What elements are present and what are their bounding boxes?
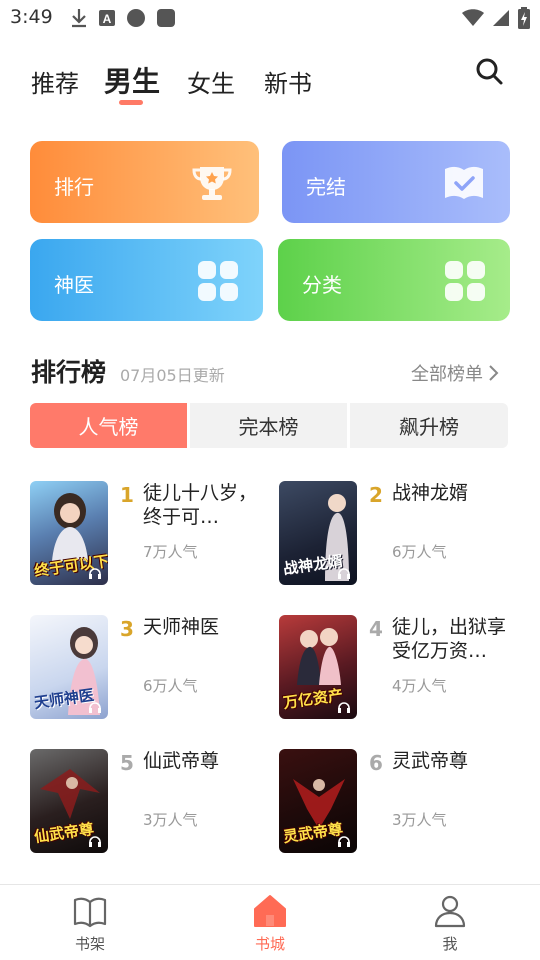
tab-female[interactable]: 女生	[187, 64, 235, 99]
trophy-icon	[192, 167, 232, 200]
all-rankings-label: 全部榜单	[411, 364, 483, 385]
book-popularity: 6万人气	[392, 543, 447, 561]
book-cover: 万亿资产	[279, 615, 357, 719]
rank-number: 4	[369, 617, 383, 641]
status-bar: 3:49 A	[0, 0, 540, 36]
home-icon	[254, 895, 286, 927]
bottom-nav: 书架 书城 我	[0, 884, 540, 960]
rank-number: 1	[120, 483, 134, 507]
card-category[interactable]: 分类	[278, 239, 510, 321]
download-icon	[72, 9, 86, 28]
bookshelf-icon	[73, 897, 107, 928]
card-category-label: 分类	[302, 273, 342, 297]
rank-number: 2	[369, 483, 383, 507]
book-item[interactable]: 仙武帝尊 5 仙武帝尊 3万人气	[30, 749, 270, 855]
book-popularity: 7万人气	[143, 543, 198, 561]
card-completed-label: 完结	[306, 175, 346, 199]
status-icons: A	[70, 8, 176, 28]
book-title: 徒儿十八岁，终于可…	[143, 482, 258, 528]
wifi-icon	[462, 9, 484, 26]
nav-profile[interactable]: 我	[410, 893, 490, 957]
svg-text:A: A	[103, 12, 112, 26]
square-icon	[157, 9, 175, 27]
top-tab-bar: 推荐 男生 女生 新书	[0, 56, 540, 106]
book-popularity: 3万人气	[143, 811, 198, 829]
nav-bookstore[interactable]: 书城	[230, 893, 310, 957]
book-cover: 天师神医	[30, 615, 108, 719]
headset-icon	[338, 568, 350, 579]
search-button[interactable]	[474, 56, 506, 88]
tab-recommend[interactable]: 推荐	[31, 64, 79, 99]
book-cover: 灵武帝尊	[279, 749, 357, 853]
headset-icon	[89, 568, 101, 579]
book-check-icon	[445, 166, 483, 199]
card-ranking[interactable]: 排行	[30, 141, 259, 223]
ranking-title: 排行榜	[31, 358, 107, 387]
tab-male[interactable]: 男生	[104, 60, 160, 100]
book-cover: 仙武帝尊	[30, 749, 108, 853]
nav-bookshelf-label: 书架	[74, 935, 105, 953]
rank-tab-completed[interactable]: 完本榜	[190, 403, 347, 448]
book-title: 战神龙婿	[392, 482, 469, 504]
status-right-icons	[462, 7, 530, 29]
card-divine-doctor-label: 神医	[54, 273, 94, 297]
card-completed[interactable]: 完结	[282, 141, 510, 223]
rank-tab-popular[interactable]: 人气榜	[30, 403, 187, 448]
nav-bookshelf[interactable]: 书架	[50, 893, 130, 957]
signal-icon	[493, 10, 509, 26]
status-time: 3:49	[10, 6, 53, 28]
book-title: 徒儿，出狱享受亿万资…	[392, 616, 507, 662]
active-tab-indicator	[119, 100, 143, 105]
book-title: 天师神医	[143, 616, 220, 638]
all-rankings-link[interactable]: 全部榜单	[411, 360, 499, 386]
grid-icon	[445, 261, 485, 301]
tab-new-books[interactable]: 新书	[264, 64, 312, 99]
chevron-right-icon	[489, 365, 499, 381]
ranking-update-date: 07月05日更新	[120, 366, 225, 385]
search-icon	[476, 58, 503, 85]
book-item[interactable]: 终于可以下山 1 徒儿十八岁，终于可… 7万人气	[30, 481, 270, 587]
headset-icon	[338, 836, 350, 847]
rank-number: 5	[120, 751, 134, 775]
profile-icon	[434, 895, 466, 928]
rank-tab-rising[interactable]: 飙升榜	[350, 403, 508, 448]
nav-profile-label: 我	[442, 935, 458, 953]
circle-icon	[127, 9, 145, 27]
font-icon: A	[99, 10, 115, 26]
book-popularity: 6万人气	[143, 677, 198, 695]
headset-icon	[338, 702, 350, 713]
book-title: 仙武帝尊	[143, 750, 220, 772]
card-divine-doctor[interactable]: 神医	[30, 239, 263, 321]
battery-icon	[518, 7, 530, 29]
grid-icon	[198, 261, 238, 301]
book-title: 灵武帝尊	[392, 750, 469, 772]
card-ranking-label: 排行	[54, 175, 94, 199]
book-cover: 终于可以下山	[30, 481, 108, 585]
nav-bookstore-label: 书城	[254, 935, 285, 953]
book-item[interactable]: 战神龙婿 2 战神龙婿 6万人气	[279, 481, 519, 587]
headset-icon	[89, 702, 101, 713]
book-cover: 战神龙婿	[279, 481, 357, 585]
rank-number: 6	[369, 751, 383, 775]
book-popularity: 4万人气	[392, 677, 447, 695]
book-item[interactable]: 万亿资产 4 徒儿，出狱享受亿万资… 4万人气	[279, 615, 519, 721]
book-item[interactable]: 灵武帝尊 6 灵武帝尊 3万人气	[279, 749, 519, 855]
headset-icon	[89, 836, 101, 847]
rank-number: 3	[120, 617, 134, 641]
book-item[interactable]: 天师神医 3 天师神医 6万人气	[30, 615, 270, 721]
book-popularity: 3万人气	[392, 811, 447, 829]
